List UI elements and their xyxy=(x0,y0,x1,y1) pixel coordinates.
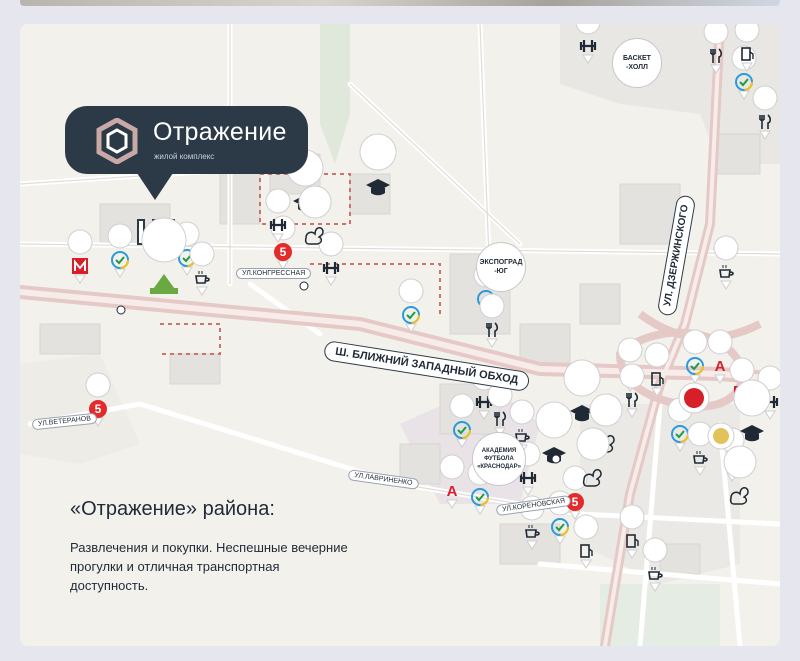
complex-name: Отражение xyxy=(153,118,287,146)
round-store-icon xyxy=(707,422,735,450)
svg-text:5: 5 xyxy=(572,495,579,509)
svg-text:A: A xyxy=(715,358,726,375)
fix-price-icon xyxy=(678,382,710,414)
logo-bubble-pointer xyxy=(135,170,175,200)
svg-text:5: 5 xyxy=(280,245,287,259)
street-label-kongressnaya: УЛ.КОНГРЕССНАЯ xyxy=(236,268,312,279)
complex-logo-bubble: Отражение жилой комплекс xyxy=(65,106,308,174)
basket-hall-pin: БАСКЕТ -ХОЛЛ xyxy=(612,38,662,88)
svg-text:A: A xyxy=(447,483,458,500)
complex-logo-icon xyxy=(96,118,138,164)
svg-text:5: 5 xyxy=(95,402,102,416)
top-photo-strip xyxy=(20,0,780,6)
section-headline: «Отражение» района: xyxy=(70,498,275,520)
section-description: Развлечения и покупки. Неспешные вечерни… xyxy=(70,540,348,593)
expograd-pin: ЭКСПОГРАД -ЮГ xyxy=(476,242,526,292)
football-academy-pin: АКАДЕМИЯ ФУТБОЛА «КРАСНОДАР» xyxy=(472,432,526,486)
map-card: 5 5 5 A A Отражение жилой комплекс Ш. БЛ… xyxy=(20,24,780,646)
complex-subtitle: жилой комплекс xyxy=(154,152,215,161)
